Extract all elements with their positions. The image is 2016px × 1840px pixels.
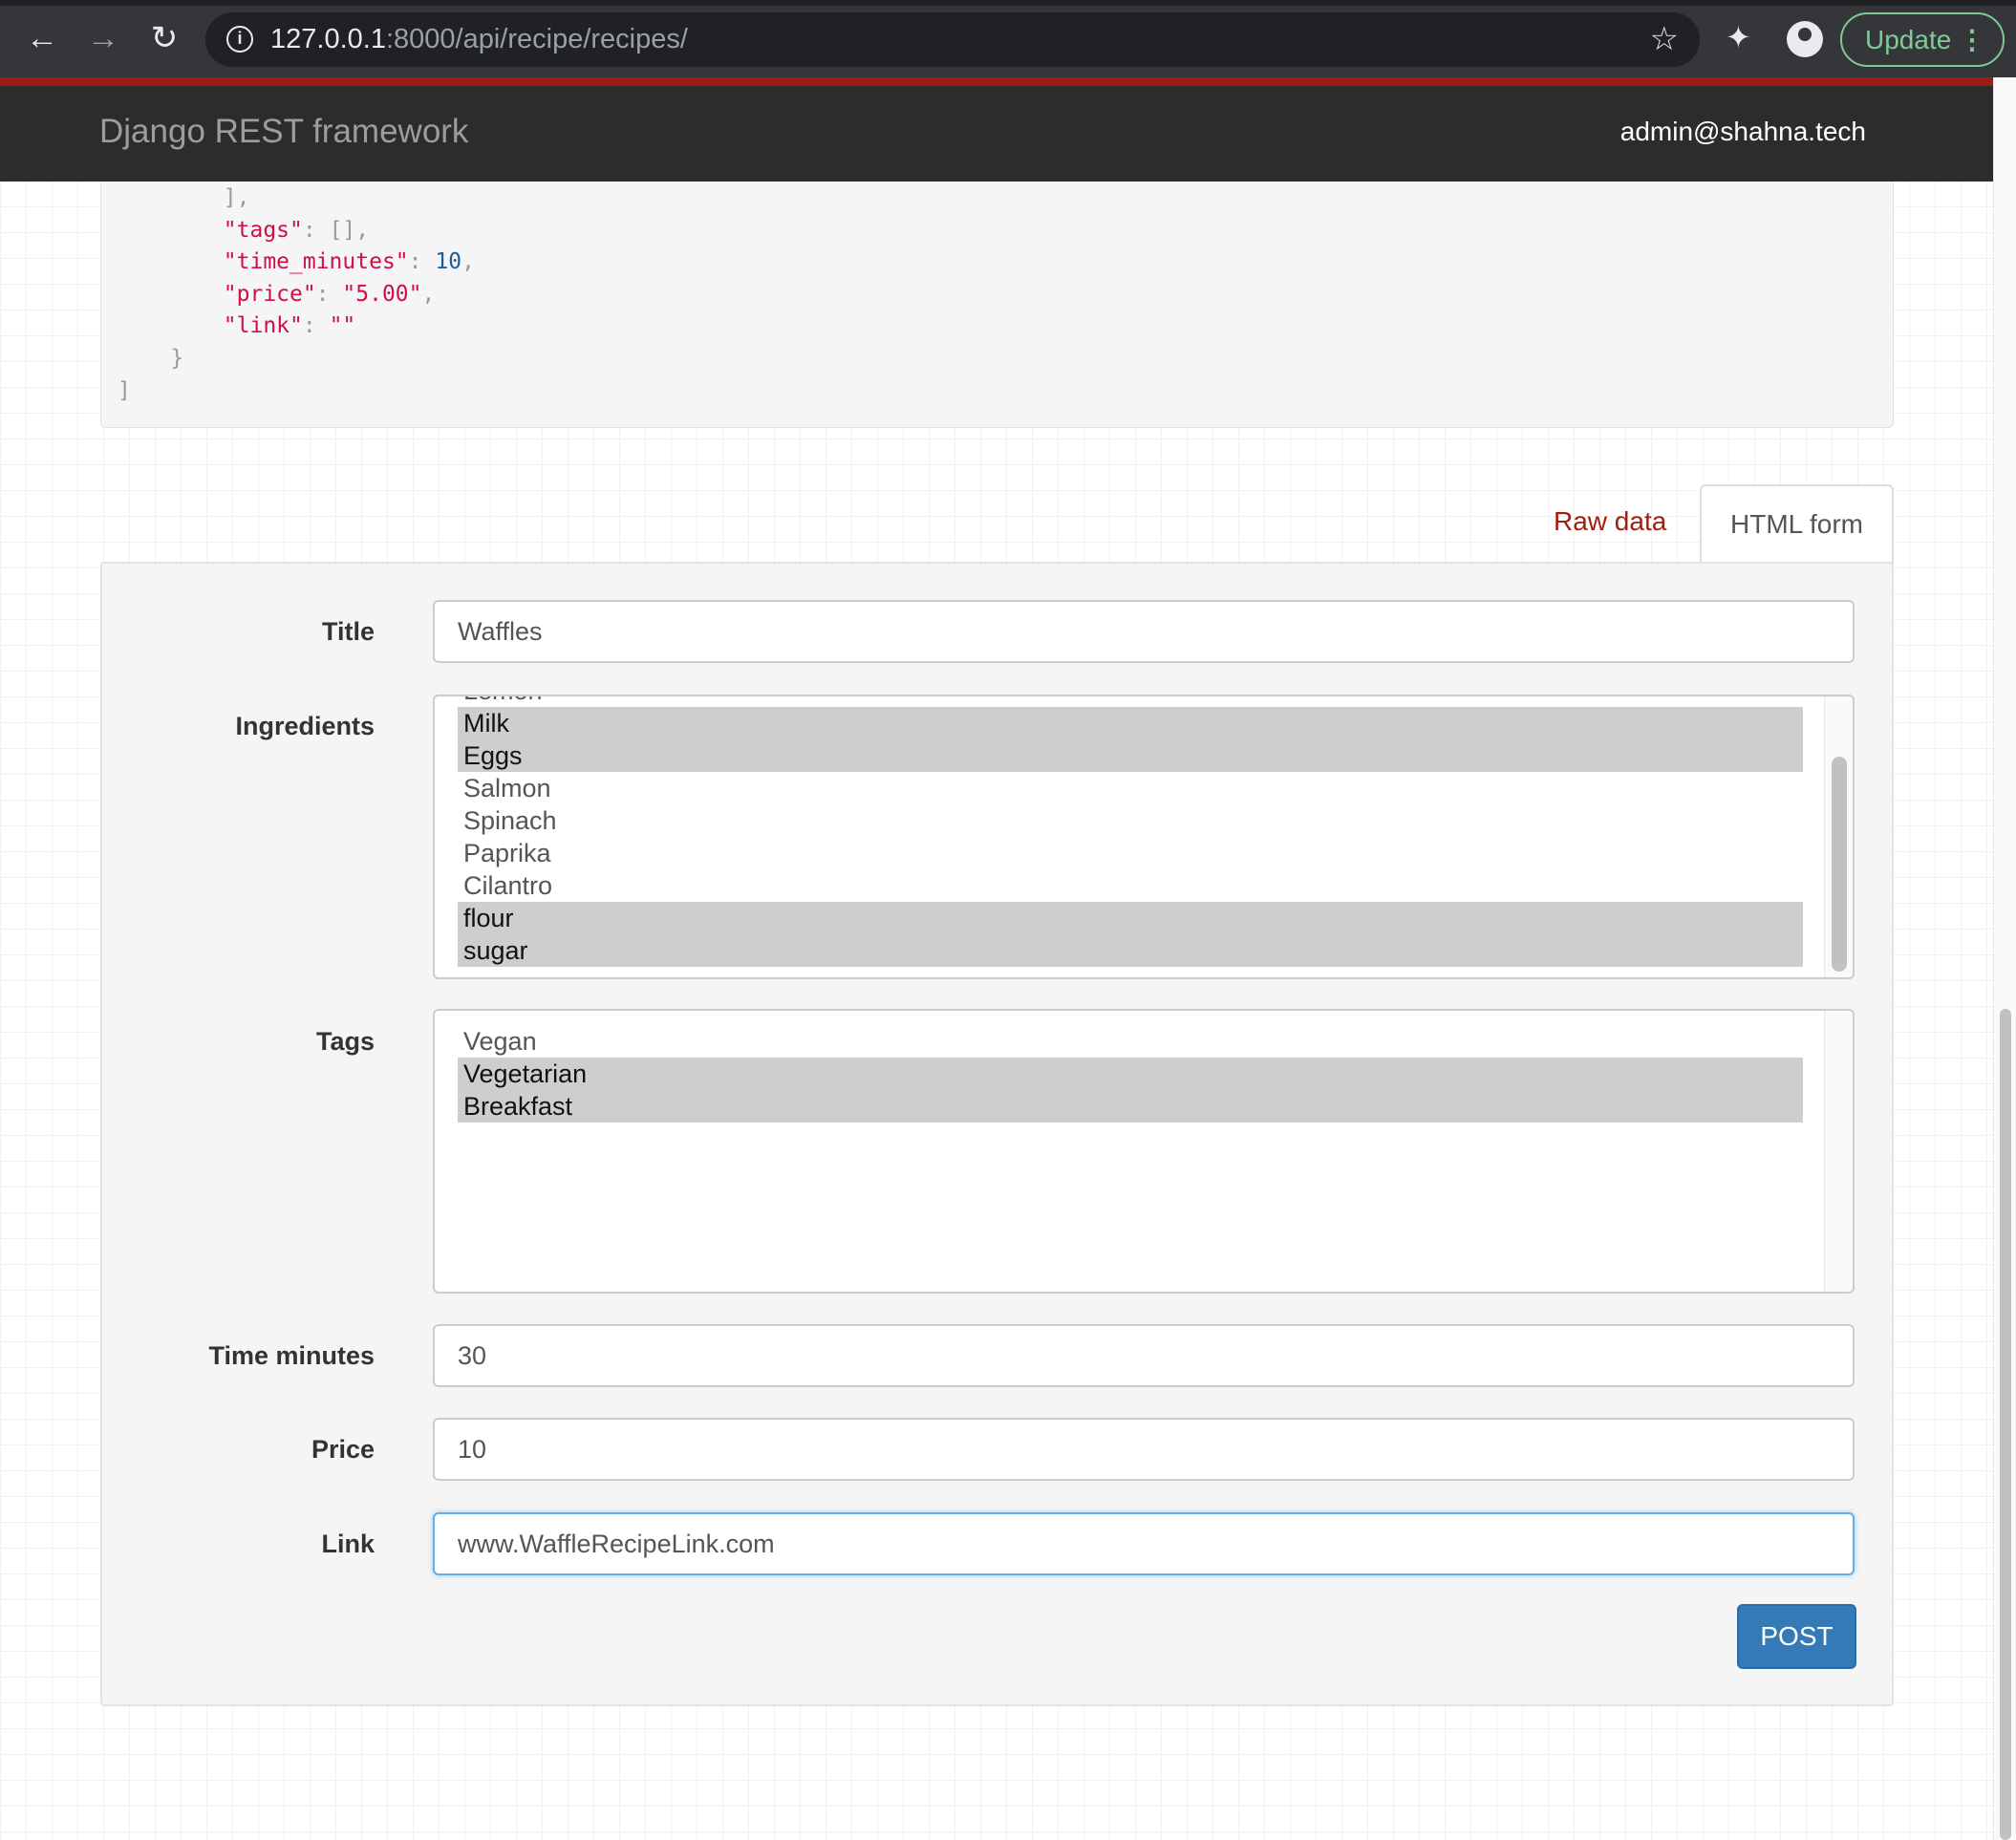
json-value: 10 [435, 249, 462, 275]
json-value: "" [329, 313, 356, 339]
json-line: "time_minutes": 10, [118, 249, 475, 274]
url-text[interactable]: 127.0.0.1:8000/api/recipe/recipes/ [270, 24, 688, 55]
brand-stripe [0, 77, 1993, 86]
url-path: :8000/api/recipe/recipes/ [385, 24, 688, 54]
link-input[interactable]: www.WaffleRecipeLink.com [433, 1512, 1855, 1575]
json-key: "time_minutes" [223, 249, 409, 275]
select-option[interactable]: flour [458, 902, 1803, 934]
select-option[interactable]: Paprika [458, 837, 1803, 869]
menu-icon[interactable]: ⋮ [1959, 14, 1985, 65]
title-label: Title [321, 617, 375, 646]
select-option[interactable]: Salmon [458, 772, 1803, 804]
time-minutes-input[interactable]: 30 [433, 1324, 1855, 1387]
user-menu[interactable]: admin@shahna.tech [1620, 117, 1866, 147]
title-input[interactable]: Waffles [433, 600, 1855, 663]
json-value: "5.00" [342, 281, 422, 307]
post-button[interactable]: POST [1737, 1604, 1856, 1669]
select-option[interactable]: Vegan [458, 1025, 1803, 1058]
brand-link[interactable]: Django REST framework [99, 113, 468, 151]
tags-select[interactable]: Vegan Vegetarian Breakfast [433, 1009, 1855, 1294]
navbar: Django REST framework admin@shahna.tech [0, 86, 1993, 182]
update-label: Update [1865, 25, 1952, 54]
json-sep: : [315, 281, 343, 307]
tab-html-form[interactable]: HTML form [1700, 484, 1894, 565]
back-icon[interactable]: ← [23, 19, 61, 57]
json-key: "price" [223, 281, 316, 307]
ingredients-label: Ingredients [235, 712, 375, 740]
json-line: "price": "5.00", [118, 281, 436, 307]
json-line: ] [118, 378, 131, 403]
star-icon[interactable]: ☆ [1650, 20, 1679, 58]
json-punct: } [170, 346, 184, 371]
json-key: "tags" [223, 217, 303, 243]
json-value: [], [329, 217, 370, 243]
json-sep: : [408, 249, 436, 275]
page-scroll-thumb[interactable] [2000, 1009, 2011, 1840]
extensions-icon[interactable]: ✦ [1726, 19, 1751, 55]
json-punct: , [461, 249, 475, 275]
address-bar[interactable]: i 127.0.0.1:8000/api/recipe/recipes/ ☆ [205, 12, 1700, 67]
select-option[interactable]: Lemon [458, 696, 1803, 707]
url-host: 127.0.0.1 [270, 24, 386, 54]
ingredients-select[interactable]: LemonMilkEggsSalmonSpinachPaprikaCilantr… [433, 695, 1855, 979]
json-line: "tags": [], [118, 218, 369, 243]
response-body: ], "tags": [], "time_minutes": 10, "pric… [100, 182, 1894, 428]
json-key: "link" [223, 313, 303, 339]
json-sep: : [302, 313, 330, 339]
select-option[interactable]: sugar [458, 934, 1803, 967]
profile-icon[interactable] [1787, 21, 1823, 57]
browser-toolbar: ← → ↻ i 127.0.0.1:8000/api/recipe/recipe… [0, 0, 2016, 77]
json-sep: : [302, 217, 330, 243]
link-label: Link [321, 1530, 375, 1558]
ingredients-scrollbar[interactable] [1824, 696, 1853, 977]
update-button[interactable]: Update ⋮ [1840, 12, 2005, 67]
tab-raw-data[interactable]: Raw data [1554, 506, 1666, 537]
select-option[interactable]: Cilantro [458, 869, 1803, 902]
select-option[interactable]: Milk [458, 707, 1803, 739]
info-icon[interactable]: i [226, 26, 253, 53]
json-punct: ] [118, 377, 131, 403]
select-option[interactable]: Eggs [458, 739, 1803, 772]
time-minutes-label: Time minutes [208, 1341, 375, 1370]
tab-strip [0, 0, 2016, 6]
tags-options: Vegan Vegetarian Breakfast [458, 1025, 1803, 1123]
json-line: "link": "" [118, 313, 356, 339]
json-line: } [118, 346, 183, 371]
select-option[interactable]: Breakfast [458, 1090, 1803, 1123]
ingredients-options: LemonMilkEggsSalmonSpinachPaprikaCilantr… [458, 696, 1803, 967]
tags-label: Tags [315, 1027, 375, 1056]
select-option[interactable]: Vegetarian [458, 1058, 1803, 1090]
price-input[interactable]: 10 [433, 1418, 1855, 1481]
forward-icon[interactable]: → [84, 19, 122, 57]
json-punct: , [421, 281, 436, 307]
reload-icon[interactable]: ↻ [145, 19, 183, 57]
json-punct: ], [223, 185, 250, 210]
json-line: ], [118, 185, 250, 210]
ingredients-scroll-thumb[interactable] [1832, 757, 1847, 972]
select-option[interactable]: Spinach [458, 804, 1803, 837]
price-label: Price [311, 1435, 375, 1464]
tags-scrollbar [1824, 1011, 1853, 1292]
